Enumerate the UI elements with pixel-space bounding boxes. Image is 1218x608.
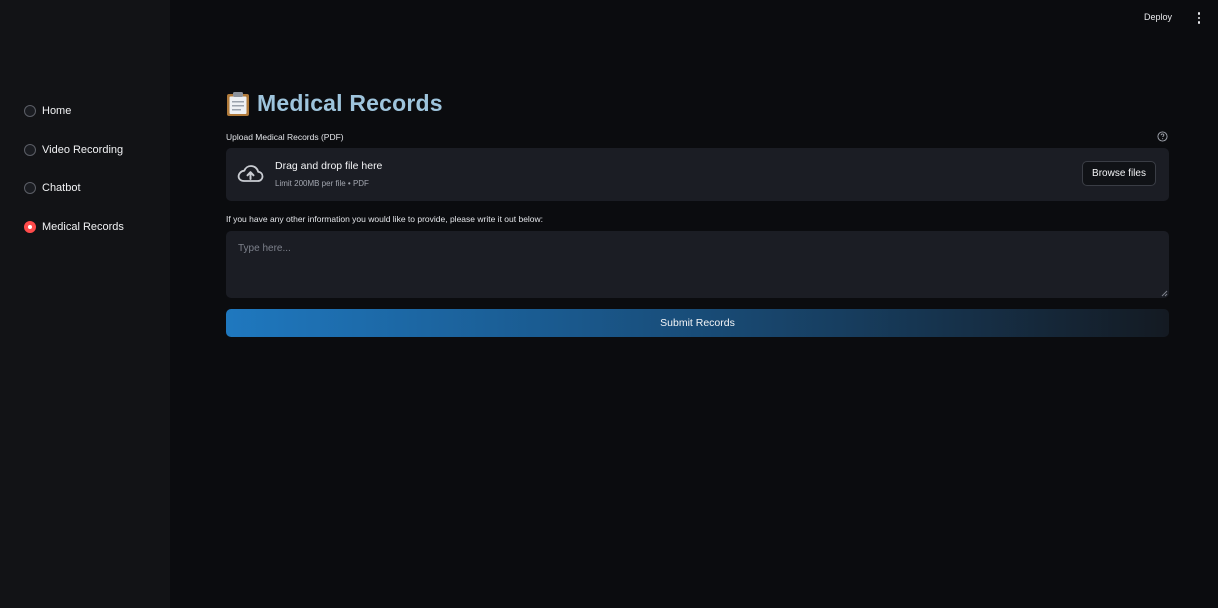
dropzone-subtitle: Limit 200MB per file • PDF xyxy=(275,179,369,188)
cloud-upload-icon xyxy=(237,165,264,182)
browse-files-button[interactable]: Browse files xyxy=(1082,161,1156,186)
sidebar-nav: Home Video Recording Chatbot Medical Rec… xyxy=(24,101,124,255)
page-header: Medical Records xyxy=(226,90,443,117)
app-root: Home Video Recording Chatbot Medical Rec… xyxy=(0,0,1218,608)
sidebar-item-medical-records[interactable]: Medical Records xyxy=(24,217,124,237)
sidebar-item-label: Medical Records xyxy=(42,220,124,233)
help-circle-icon[interactable] xyxy=(1157,131,1168,142)
file-dropzone[interactable]: Drag and drop file here Limit 200MB per … xyxy=(226,148,1169,201)
sidebar-item-video-recording[interactable]: Video Recording xyxy=(24,140,124,160)
resize-handle-icon[interactable] xyxy=(1160,289,1168,297)
radio-button[interactable] xyxy=(24,105,36,117)
sidebar-item-label: Chatbot xyxy=(42,182,81,194)
dropzone-title: Drag and drop file here xyxy=(275,160,383,172)
sidebar-item-home[interactable]: Home xyxy=(24,101,124,121)
kebab-menu-icon[interactable] xyxy=(1193,10,1205,26)
sidebar-item-label: Video Recording xyxy=(42,143,124,156)
upload-label: Upload Medical Records (PDF) xyxy=(226,132,344,142)
radio-button[interactable] xyxy=(24,182,36,194)
additional-info-textarea[interactable] xyxy=(226,231,1169,298)
radio-button[interactable] xyxy=(24,143,36,156)
sidebar: Home Video Recording Chatbot Medical Rec… xyxy=(0,0,170,608)
sidebar-item-label: Home xyxy=(42,105,72,117)
submit-records-button[interactable]: Submit Records xyxy=(226,309,1169,337)
deploy-button[interactable]: Deploy xyxy=(1140,10,1176,24)
additional-info-label: If you have any other information you wo… xyxy=(226,214,544,224)
radio-button-selected[interactable] xyxy=(24,220,36,233)
page-title: Medical Records xyxy=(257,90,443,116)
clipboard-icon xyxy=(227,91,249,116)
sidebar-item-chatbot[interactable]: Chatbot xyxy=(24,178,124,198)
